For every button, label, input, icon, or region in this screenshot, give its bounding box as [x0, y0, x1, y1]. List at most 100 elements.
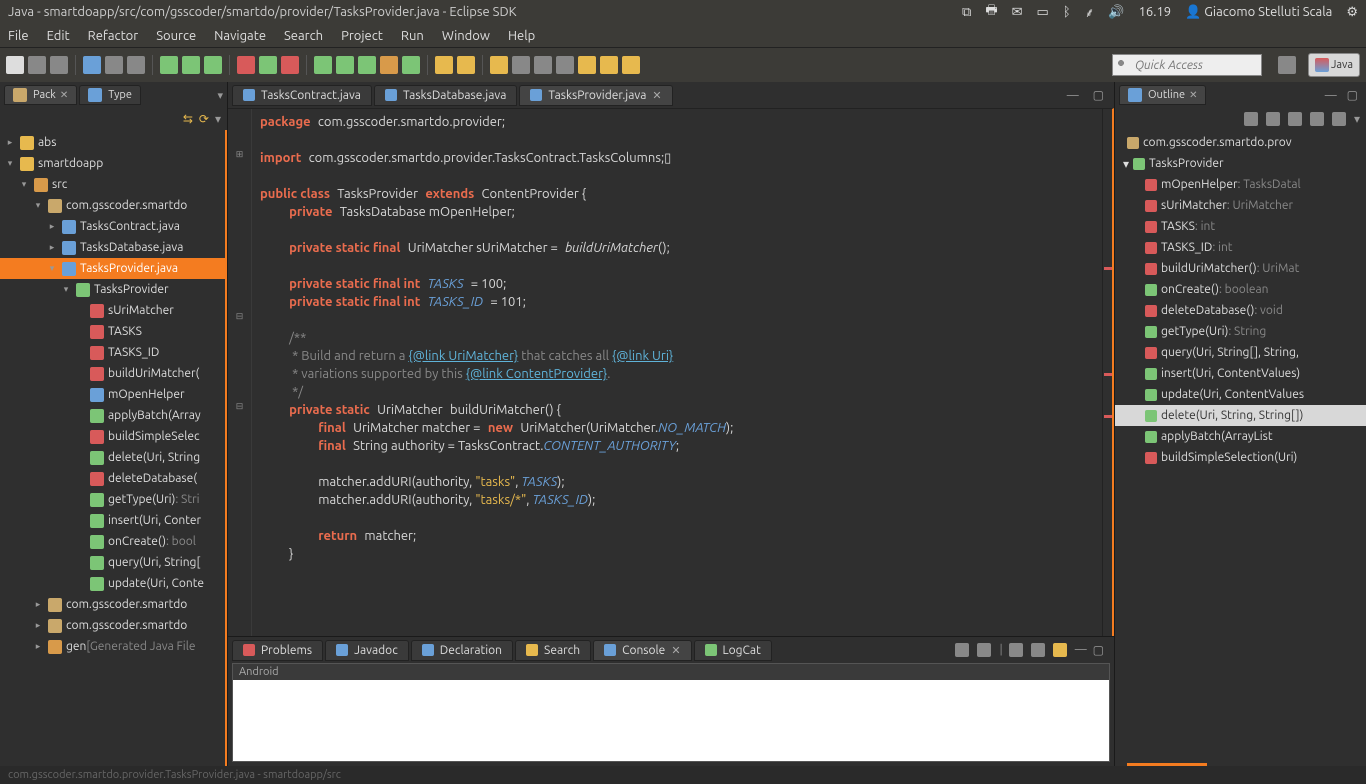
tool-icon[interactable]: [105, 56, 123, 74]
open-icon[interactable]: [490, 56, 508, 74]
tree-node[interactable]: mOpenHelper: [0, 384, 225, 405]
outline-node[interactable]: deleteDatabase() : void: [1115, 300, 1366, 321]
runas-icon[interactable]: [314, 56, 332, 74]
tree-node[interactable]: onCreate(): bool: [0, 531, 225, 552]
outline-node[interactable]: getType(Uri) : String: [1115, 321, 1366, 342]
tab-declaration[interactable]: Declaration: [411, 640, 513, 661]
tab-console[interactable]: Console✕: [593, 640, 691, 661]
overview-ruler[interactable]: [1102, 109, 1112, 636]
printer-icon[interactable]: 🖶: [985, 1, 997, 23]
chevron-down-icon[interactable]: ▾: [217, 89, 223, 102]
console-clear-icon[interactable]: [1009, 643, 1023, 657]
build2-icon[interactable]: [402, 56, 420, 74]
tab-logcat[interactable]: LogCat: [694, 640, 772, 661]
newcls-icon[interactable]: [457, 56, 475, 74]
console-open-icon[interactable]: [1053, 643, 1067, 657]
tree-node[interactable]: sUriMatcher: [0, 300, 225, 321]
close-icon[interactable]: ✕: [1189, 89, 1197, 101]
tree-node[interactable]: update(Uri, Conte: [0, 573, 225, 594]
tree-node[interactable]: ▸com.gsscoder.smartdo: [0, 594, 225, 615]
outline-node[interactable]: com.gsscoder.smartdo.prov: [1115, 132, 1366, 153]
menu-window[interactable]: Window: [442, 29, 490, 43]
editor-tab-tasksprovider[interactable]: TasksProvider.java ✕: [519, 85, 672, 106]
outline-node[interactable]: insert(Uri, ContentValues): [1115, 363, 1366, 384]
tree-node[interactable]: ▸TasksContract.java: [0, 216, 225, 237]
stop-icon[interactable]: [281, 56, 299, 74]
outline-scrollbar[interactable]: [1127, 763, 1207, 766]
bookmark-icon[interactable]: [556, 56, 574, 74]
outline-node[interactable]: update(Uri, ContentValues: [1115, 384, 1366, 405]
tree-node[interactable]: ▸abs: [0, 132, 225, 153]
tree-node[interactable]: ▸gen [Generated Java File: [0, 636, 225, 657]
tree-node[interactable]: buildSimpleSelec: [0, 426, 225, 447]
build-icon[interactable]: [380, 56, 398, 74]
lint-icon[interactable]: [204, 56, 222, 74]
coverage-icon[interactable]: [336, 56, 354, 74]
viewmenu-icon[interactable]: ▾: [1354, 112, 1360, 126]
hide-fields-icon[interactable]: [1266, 112, 1280, 126]
tab-type-hierarchy[interactable]: Type: [79, 85, 141, 105]
editor-tab-tasksdatabase[interactable]: TasksDatabase.java: [374, 85, 517, 106]
tree-node[interactable]: ▸com.gsscoder.smartdo: [0, 615, 225, 636]
task-icon[interactable]: [534, 56, 552, 74]
tool2-icon[interactable]: [127, 56, 145, 74]
collapse-icon[interactable]: ⊟: [228, 397, 251, 415]
hide-nonpublic-icon[interactable]: [1310, 112, 1324, 126]
maximize-icon[interactable]: ▢: [1087, 88, 1110, 102]
outline-node[interactable]: TASKS : int: [1115, 216, 1366, 237]
menu-refactor[interactable]: Refactor: [88, 29, 139, 43]
tree-node[interactable]: TASKS: [0, 321, 225, 342]
tree-node[interactable]: insert(Uri, Conter: [0, 510, 225, 531]
mail-icon[interactable]: ✉: [1012, 5, 1023, 20]
user-menu[interactable]: 👤 Giacomo Stelluti Scala: [1185, 5, 1332, 20]
tree-node[interactable]: buildUriMatcher(: [0, 363, 225, 384]
tree-node[interactable]: delete(Uri, String: [0, 447, 225, 468]
menu-source[interactable]: Source: [156, 29, 196, 43]
outline-node[interactable]: onCreate() : boolean: [1115, 279, 1366, 300]
tab-search[interactable]: Search: [515, 640, 591, 661]
maximize-icon[interactable]: ▢: [1093, 643, 1104, 657]
ext-icon[interactable]: [358, 56, 376, 74]
package-tree[interactable]: ▸abs▾smartdoapp▾src▾com.gsscoder.smartdo…: [0, 130, 227, 766]
close-icon[interactable]: ✕: [671, 644, 680, 657]
menu-search[interactable]: Search: [284, 29, 323, 43]
code-editor[interactable]: ⊞ ⊟ ⊟ package com.gsscoder.smartdo.provi…: [228, 108, 1114, 636]
hide-local-icon[interactable]: [1332, 112, 1346, 126]
fwd-icon[interactable]: [600, 56, 618, 74]
outline-node[interactable]: TASKS_ID : int: [1115, 237, 1366, 258]
tree-node[interactable]: ▾TasksProvider.java: [0, 258, 225, 279]
saveall-icon[interactable]: [50, 56, 68, 74]
battery-icon[interactable]: ▭: [1037, 5, 1049, 20]
outline-node[interactable]: query(Uri, String[], String,: [1115, 342, 1366, 363]
outline-node[interactable]: mOpenHelper : TasksDatal: [1115, 174, 1366, 195]
tab-javadoc[interactable]: Javadoc: [325, 640, 409, 661]
last-icon[interactable]: [622, 56, 640, 74]
console-display-icon[interactable]: [977, 643, 991, 657]
newpkg-icon[interactable]: [435, 56, 453, 74]
tree-node[interactable]: deleteDatabase(: [0, 468, 225, 489]
tree-node[interactable]: ▾TasksProvider: [0, 279, 225, 300]
menu-help[interactable]: Help: [508, 29, 535, 43]
maximize-icon[interactable]: ▢: [1343, 88, 1362, 102]
save-icon[interactable]: [28, 56, 46, 74]
menu-project[interactable]: Project: [341, 29, 383, 43]
debug-icon[interactable]: [237, 56, 255, 74]
tree-node[interactable]: ▾smartdoapp: [0, 153, 225, 174]
menu-navigate[interactable]: Navigate: [214, 29, 266, 43]
minimize-icon[interactable]: —: [1061, 89, 1085, 102]
menu-file[interactable]: File: [8, 29, 29, 43]
outline-node[interactable]: buildUriMatcher() : UriMat: [1115, 258, 1366, 279]
console-scroll-icon[interactable]: [1031, 643, 1045, 657]
search-icon[interactable]: [512, 56, 530, 74]
expand-icon[interactable]: ⊞: [228, 145, 251, 163]
bluetooth-icon[interactable]: ᛒ: [1063, 5, 1071, 19]
collapse-icon[interactable]: ⊟: [228, 307, 251, 325]
gear-icon[interactable]: ⚙: [1346, 5, 1358, 20]
tree-node[interactable]: ▾com.gsscoder.smartdo: [0, 195, 225, 216]
new-icon[interactable]: [6, 56, 24, 74]
link-icon[interactable]: ⟳: [199, 112, 209, 126]
viewmenu-icon[interactable]: ▾: [215, 112, 221, 126]
menu-edit[interactable]: Edit: [47, 29, 70, 43]
run-icon[interactable]: [259, 56, 277, 74]
outline-tree[interactable]: com.gsscoder.smartdo.prov▾TasksProviderm…: [1115, 130, 1366, 759]
